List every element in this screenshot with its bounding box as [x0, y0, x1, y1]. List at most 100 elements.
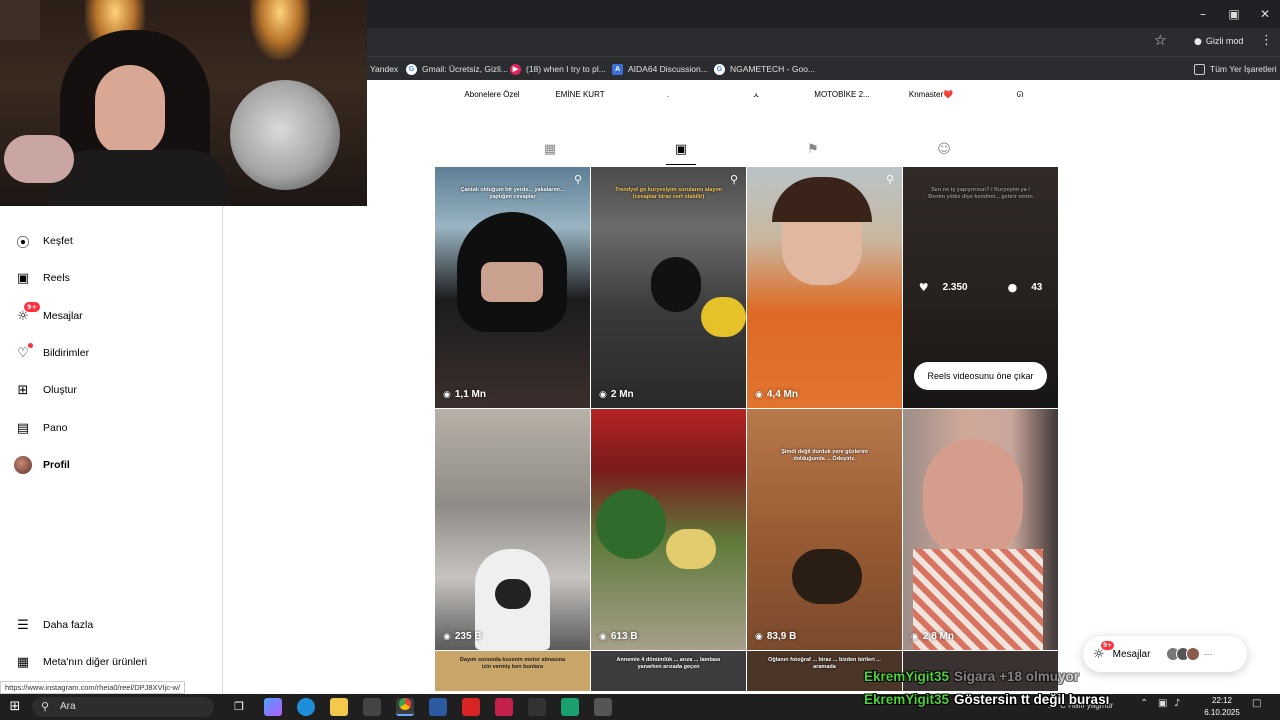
highlight-item[interactable]: ㅅ [711, 90, 801, 101]
highlight-item[interactable]: . [623, 90, 713, 99]
saved-tab-icon[interactable]: ⚑ [805, 142, 821, 158]
store-icon[interactable] [363, 698, 381, 716]
app-icon[interactable] [429, 698, 447, 716]
dashboard-icon: ▤ [16, 420, 30, 436]
bookmark-item[interactable]: Yandex [370, 60, 398, 78]
reel-tile[interactable]: Trendyol go kuryesiyim sorularını alayım… [591, 167, 746, 408]
edge-icon[interactable] [297, 698, 315, 716]
plus-square-icon: ⊞ [17, 382, 29, 398]
active-tab-indicator [666, 164, 696, 165]
compass-icon: ⦿ [16, 235, 30, 251]
app-icon[interactable] [594, 698, 612, 716]
restore-button[interactable]: ▣ [1219, 4, 1249, 24]
reel-tile[interactable]: Şimdi değil durduk yere gözlerim dolduğu… [747, 409, 902, 650]
messenger-icon: ☼ 9+ [1093, 640, 1115, 662]
reels-icon: ▣ [16, 270, 30, 286]
folder-icon [1194, 63, 1205, 75]
pinned-icon: ⚲ [573, 173, 582, 186]
copilot-icon[interactable] [264, 698, 282, 716]
reels-tab-icon[interactable]: ▣ [673, 142, 689, 158]
posts-tab-icon[interactable]: ▦ [542, 142, 558, 158]
play-icon: ◉ [911, 631, 919, 642]
volume-icon[interactable]: ♪ [1174, 698, 1180, 709]
notification-dot [28, 343, 33, 348]
menu-icon: ☰ [17, 617, 29, 633]
messages-pill[interactable]: ☼ 9+ Mesajlar ⋯ [1083, 636, 1247, 672]
highlight-item[interactable]: EMİNE KURT [535, 90, 625, 99]
incognito-icon: ● [1194, 37, 1202, 47]
sidebar-item-messages[interactable]: ☼ 9+ Mesajlar [14, 302, 83, 329]
bookmark-item[interactable]: ▶ (18) when I try to pl... [510, 60, 606, 78]
task-view-icon[interactable]: ❐ [230, 698, 248, 716]
sidebar-item-reels[interactable]: ▣ Reels [14, 265, 70, 291]
webcam-overlay [0, 0, 367, 206]
tray-chevron-icon[interactable]: ⌃ [1140, 698, 1148, 709]
avatar [1186, 647, 1201, 661]
view-count: ◉ 235 B [443, 631, 482, 642]
notification-badge: 9+ [24, 302, 40, 312]
reel-tile-hovered[interactable]: Sen ne iş yapıyorsun? / Kuryeyim ya / Be… [903, 167, 1058, 408]
reel-tile[interactable]: Annemle 4 dönümlük ... arıza ... lambası… [591, 651, 746, 691]
pinned-icon: ⚲ [729, 173, 738, 186]
reel-tile[interactable]: ◉ 235 B [435, 409, 590, 650]
minimize-button[interactable]: – [1188, 4, 1218, 24]
bookmark-item[interactable]: G Gmail: Ücretsiz, Gizli... [406, 60, 508, 78]
sidebar-item-create[interactable]: ⊞ Oluştur [14, 377, 77, 403]
app-icon[interactable] [495, 698, 513, 716]
sidebar-item-dashboard[interactable]: ▤ Pano [14, 415, 68, 441]
all-bookmarks[interactable]: Tüm Yer İşaretleri [1194, 60, 1277, 78]
pin-reel-button[interactable]: Reels videosunu öne çıkar [914, 362, 1047, 390]
taskbar-clock[interactable]: 22:12 6.10.2025 [1198, 695, 1246, 719]
search-icon: ⚲ [41, 700, 50, 713]
play-icon: ◉ [443, 631, 451, 642]
highlight-item[interactable]: Knmaster❤️ [886, 90, 976, 99]
app-icon[interactable] [561, 698, 579, 716]
network-icon[interactable]: ▣ [1158, 698, 1167, 709]
sidebar-item-notifications[interactable]: ♡ Bildirimler [14, 340, 89, 366]
youtube-icon: ▶ [510, 63, 521, 75]
incognito-indicator[interactable]: ● Gizli mod [1186, 30, 1251, 52]
heart-icon: ♡ [14, 343, 33, 362]
bookmark-item[interactable]: A AIDA64 Discussion... [612, 60, 708, 78]
sidebar-item-profile[interactable]: Profil [14, 452, 70, 478]
view-count: ◉ 1,1 Mn [443, 389, 486, 400]
sidebar-item-more[interactable]: ☰ Daha fazla [14, 612, 93, 638]
play-icon: ◉ [599, 389, 607, 400]
view-count: ◉ 2,8 Mn [911, 631, 954, 642]
browser-menu-icon[interactable]: ⋮ [1260, 33, 1273, 48]
taskbar-search[interactable]: ⚲ Ara [32, 697, 214, 717]
heart-icon: ♥ [918, 281, 929, 294]
reel-tile[interactable]: ⚲ ◉ 4,4 Mn [747, 167, 902, 408]
bookmark-item[interactable]: G NGAMETECH - Goo... [714, 60, 815, 78]
app-icon[interactable] [462, 698, 480, 716]
google-icon: G [714, 63, 725, 75]
notifications-icon[interactable]: □ [1252, 698, 1261, 709]
sidebar-item-explore[interactable]: ⦿ Keşfet [14, 228, 72, 254]
highlight-item[interactable]: MOTOBİKE 2... [797, 90, 887, 99]
view-count: ◉ 83,9 B [755, 631, 797, 642]
file-explorer-icon[interactable] [330, 698, 348, 716]
view-count: ◉ 2 Mn [599, 389, 634, 400]
play-icon: ◉ [599, 631, 607, 642]
sidebar-item-meta[interactable]: ▦ Meta'nın diğer ürünleri [14, 649, 147, 675]
tagged-tab-icon[interactable]: ☺ [936, 142, 952, 158]
highlight-item[interactable]: Abonelere Özel [447, 90, 537, 99]
play-icon: ◉ [755, 389, 763, 400]
comment-icon: ● [1007, 281, 1018, 294]
google-icon: G [406, 63, 417, 75]
reel-tile[interactable]: Dayım sonunda kuzenin motor almasına izi… [435, 651, 590, 691]
bookmark-star-icon[interactable]: ☆ [1154, 33, 1167, 49]
app-icon[interactable] [528, 698, 546, 716]
reel-tile[interactable]: Çantalı olduğum bir yerde... yakalarım..… [435, 167, 590, 408]
close-window-button[interactable]: ✕ [1250, 4, 1280, 24]
highlight-item[interactable]: ᘏ [975, 90, 1065, 100]
status-url: https://www.instagram.com/rheia0/reel/DP… [0, 681, 186, 694]
reel-tile[interactable]: ◉ 613 B [591, 409, 746, 650]
chat-message: EkremYigit35 Sigara +18 olmuyor [864, 669, 1079, 684]
chrome-icon[interactable] [396, 698, 414, 716]
grid-icon: ▦ [16, 654, 30, 670]
aida-icon: A [612, 63, 623, 75]
reel-tile[interactable]: ◉ 2,8 Mn [903, 409, 1058, 650]
windows-start-icon[interactable]: ⊞ [6, 698, 24, 716]
messenger-icon: ☼ 9+ [14, 302, 40, 325]
